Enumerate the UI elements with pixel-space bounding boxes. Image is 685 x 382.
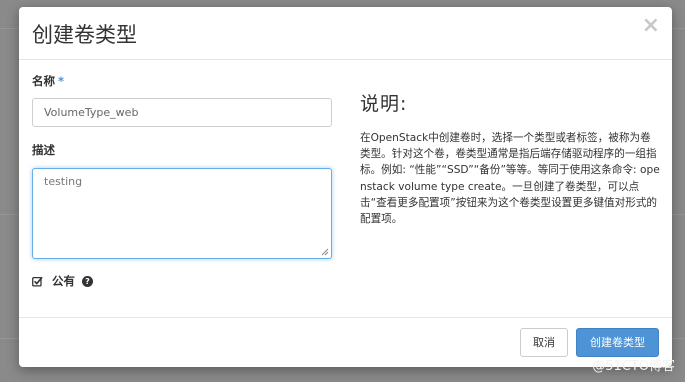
form-column: 名称 * VolumeType_web 描述 testing 公有 ? xyxy=(32,73,332,288)
name-label-text: 名称 xyxy=(32,74,55,88)
checkbox-checked-icon[interactable] xyxy=(32,276,43,287)
description-text: testing xyxy=(44,175,83,188)
description-label: 描述 xyxy=(32,143,55,157)
explanation-body: 在OpenStack中创建卷时，选择一个类型或者标签，被称为卷类型。针对这个卷，… xyxy=(360,132,660,226)
create-volume-type-dialog: 创建卷类型 × 名称 * VolumeType_web 描述 testing 公有… xyxy=(19,7,672,367)
create-volume-type-button[interactable]: 创建卷类型 xyxy=(576,328,659,357)
dialog-header: 创建卷类型 × xyxy=(19,7,672,60)
name-input[interactable]: VolumeType_web xyxy=(32,98,332,127)
resize-handle-icon[interactable] xyxy=(321,248,329,256)
description-textarea[interactable]: testing xyxy=(32,168,332,259)
explanation-title: 说明: xyxy=(360,93,408,115)
question-circle-icon[interactable]: ? xyxy=(82,275,93,287)
dialog-title: 创建卷类型 xyxy=(32,23,137,47)
public-label: 公有 xyxy=(52,274,75,288)
cancel-button[interactable]: 取消 xyxy=(520,328,568,357)
name-label: 名称 * xyxy=(32,73,332,89)
watermark: @51CTO博客 xyxy=(592,359,675,374)
required-star: * xyxy=(58,74,65,88)
explanation-panel: 说明: 在OpenStack中创建卷时，选择一个类型或者标签，被称为卷类型。针对… xyxy=(360,89,660,227)
dialog-footer: 取消 创建卷类型 xyxy=(19,317,672,367)
public-row: 公有 ? xyxy=(32,274,332,288)
close-icon[interactable]: × xyxy=(642,13,660,38)
